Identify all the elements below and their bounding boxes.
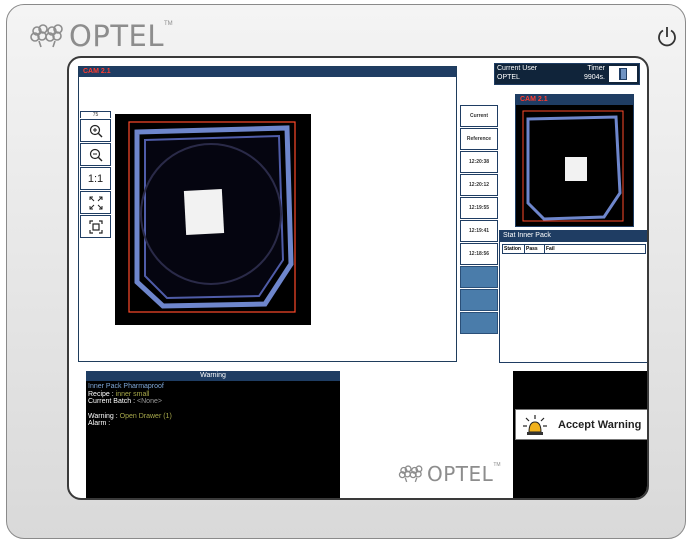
current-user-value: OPTEL (497, 74, 520, 81)
logo-emblem-icon (30, 24, 63, 48)
actual-size-label: 1:1 (87, 172, 104, 185)
zoom-out-button[interactable] (80, 143, 111, 166)
fit-button[interactable] (80, 191, 111, 214)
history-empty-slot (460, 266, 498, 288)
history-empty-slot (460, 312, 498, 334)
trademark-mark: TM (164, 21, 173, 27)
stat-col-station: Station (502, 244, 525, 254)
reference-image (522, 110, 624, 222)
alarm-label: Alarm : (88, 420, 111, 427)
reference-camera-title: CAM 2.1 (516, 95, 633, 105)
product-name: Inner Pack Pharmaproof (88, 383, 164, 390)
warning-title: Warning (86, 371, 340, 381)
door-icon (619, 68, 627, 80)
inner-pack-image (115, 114, 311, 325)
stat-col-fail: Fail (544, 244, 646, 254)
warning-label: Warning : (88, 412, 118, 420)
optel-logo-bottom: OPTEL TM (398, 462, 501, 486)
camera-image[interactable] (115, 114, 311, 325)
actual-size-button[interactable]: 1:1 (80, 167, 111, 190)
device-frame: OPTEL TM CAM 2.1 75 1:1 Current Referenc… (6, 4, 686, 539)
trademark-mark: TM (493, 462, 501, 468)
stat-title: Stat Inner Pack (500, 231, 647, 242)
accept-panel: Accept Warning (513, 371, 647, 498)
logo-text: OPTEL (69, 19, 165, 53)
alarm-bell-icon (523, 414, 547, 435)
accept-warning-button[interactable]: Accept Warning (515, 409, 647, 440)
history-item[interactable]: 12:20:12 (460, 174, 498, 196)
stat-panel: Stat Inner Pack Station Pass Fail (499, 230, 647, 363)
history-current[interactable]: Current (460, 105, 498, 127)
fullscreen-button[interactable] (80, 215, 111, 238)
fullscreen-icon (88, 219, 103, 234)
optel-logo: OPTEL TM (29, 19, 173, 53)
history-item[interactable]: 12:20:38 (460, 151, 498, 173)
logo-emblem-icon (398, 465, 423, 483)
expand-icon (89, 196, 102, 209)
logo-text: OPTEL (427, 462, 494, 486)
timer-label: Timer (587, 65, 605, 72)
warning-value: Open Drawer (1) (119, 412, 172, 420)
logout-button[interactable] (609, 66, 637, 82)
zoom-in-button[interactable] (80, 119, 111, 142)
history-column: Current Reference 12:20:38 12:20:12 12:1… (460, 105, 498, 335)
warning-panel: Warning Inner Pack Pharmaproof Recipe : … (86, 371, 340, 498)
history-empty-slot (460, 289, 498, 311)
batch-value: <None> (137, 398, 162, 405)
history-item[interactable]: 12:19:41 (460, 220, 498, 242)
batch-label: Current Batch : (88, 398, 136, 405)
current-user-label: Current User (497, 65, 538, 72)
zoom-percent: 75 (80, 111, 111, 118)
camera-title: CAM 2.1 (79, 67, 456, 77)
history-reference[interactable]: Reference (460, 128, 498, 150)
camera-panel: CAM 2.1 75 1:1 (78, 66, 457, 362)
history-item[interactable]: 12:19:55 (460, 197, 498, 219)
zoom-out-icon (89, 148, 102, 161)
power-icon[interactable] (655, 25, 679, 49)
zoom-in-icon (89, 124, 102, 137)
reference-camera[interactable]: CAM 2.1 (515, 94, 634, 227)
stat-col-pass: Pass (524, 244, 545, 254)
history-item[interactable]: 12:18:56 (460, 243, 498, 265)
timer-value: 9904s. (583, 74, 605, 81)
stat-table: Station Pass Fail (502, 244, 646, 254)
zoom-toolbar: 75 1:1 (80, 111, 111, 238)
accept-warning-label: Accept Warning (558, 418, 642, 431)
hmi-screen: CAM 2.1 75 1:1 Current Reference 12:20:3… (67, 56, 649, 500)
recipe-value: inner small (115, 390, 150, 398)
recipe-label: Recipe : (88, 390, 114, 398)
user-status: Current User Timer OPTEL 9904s. (494, 63, 640, 85)
